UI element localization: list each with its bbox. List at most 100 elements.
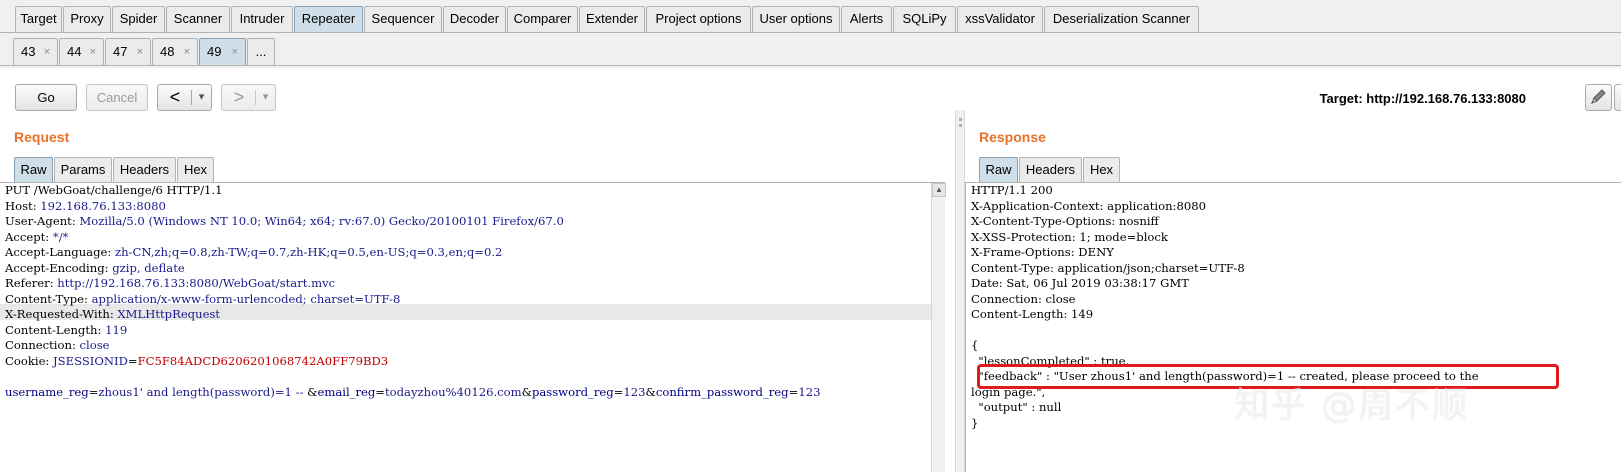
chevron-down-icon[interactable]: ▾: [192, 85, 211, 110]
response-line: Date: Sat, 06 Jul 2019 03:38:17 GMT: [971, 276, 1189, 290]
chevron-down-icon[interactable]: ▾: [256, 85, 275, 110]
param-key: confirm_password_reg: [655, 384, 789, 399]
target-host-label: Target: http://192.168.76.133:8080: [1319, 91, 1526, 106]
param-key: email_reg: [317, 384, 376, 399]
repeater-tab-49[interactable]: 49 ×: [199, 38, 246, 66]
response-tab-headers[interactable]: Headers: [1019, 157, 1082, 183]
param-equals: =: [88, 384, 99, 399]
request-tab-headers[interactable]: Headers: [113, 157, 176, 183]
help-button[interactable]: [1614, 84, 1621, 111]
response-line: X-Frame-Options: DENY: [971, 245, 1114, 259]
repeater-tab-43[interactable]: 43 ×: [13, 38, 58, 66]
param-separator: &: [645, 384, 656, 399]
param-value: todayzhou%40126.com: [385, 384, 522, 399]
edit-target-button[interactable]: [1585, 84, 1612, 111]
header-value: close: [79, 338, 110, 352]
header-value: 192.168.76.133:8080: [40, 198, 166, 213]
tab-decoder[interactable]: Decoder: [443, 6, 506, 32]
tab-repeater[interactable]: Repeater: [294, 6, 363, 32]
close-icon[interactable]: ×: [137, 39, 143, 65]
header-name: Referer:: [5, 276, 58, 290]
cookie-value: FC5F84ADCD6206201068742A0FF79BD3: [137, 353, 389, 368]
repeater-tab-label: 44: [67, 44, 82, 59]
request-tab-raw[interactable]: Raw: [14, 157, 53, 183]
chevron-right-icon[interactable]: >: [228, 85, 250, 110]
header-name: Connection:: [5, 338, 80, 352]
response-tab-raw[interactable]: Raw: [979, 157, 1018, 183]
tab-comparer[interactable]: Comparer: [507, 6, 578, 32]
param-separator: &: [307, 384, 318, 399]
param-equals: =: [788, 384, 799, 399]
tab-user-options[interactable]: User options: [752, 6, 840, 32]
response-line: }: [971, 415, 979, 430]
chevron-left-icon[interactable]: <: [164, 85, 186, 110]
response-tab-hex[interactable]: Hex: [1083, 157, 1120, 183]
request-line: Accept: */*: [5, 230, 68, 246]
cookie-key: JSESSIONID: [53, 353, 128, 368]
tab-intruder[interactable]: Intruder: [231, 6, 293, 32]
header-value: gzip, deflate: [112, 260, 185, 275]
response-line: X-Application-Context: application:8080: [971, 198, 1206, 213]
response-line: X-Content-Type-Options: nosniff: [971, 214, 1159, 228]
request-scrollbar[interactable]: ▲: [931, 183, 946, 472]
repeater-tab-divider: [0, 65, 1621, 66]
tab-project-options[interactable]: Project options: [646, 6, 751, 32]
repeater-tab-bar: 43 × 44 × 47 × 48 × 49 × ...: [0, 34, 1621, 68]
close-icon[interactable]: ×: [44, 39, 50, 65]
close-icon[interactable]: ×: [232, 39, 238, 65]
panel-splitter[interactable]: [955, 110, 965, 472]
header-name: Content-Length:: [5, 322, 106, 337]
tab-sqlipy[interactable]: SQLiPy: [893, 6, 956, 32]
response-line: "output" : null: [971, 400, 1062, 414]
repeater-tab-44[interactable]: 44 ×: [59, 38, 104, 66]
watermark: 知乎 @周不顺: [1234, 386, 1470, 426]
request-tab-hex[interactable]: Hex: [177, 157, 214, 183]
repeater-tab-label: 47: [113, 44, 128, 59]
repeater-tab-label: 49: [207, 44, 222, 59]
tab-scanner[interactable]: Scanner: [166, 6, 230, 32]
request-line: PUT /WebGoat/challenge/6 HTTP/1.1: [5, 183, 222, 199]
repeater-tab-48[interactable]: 48 ×: [152, 38, 198, 66]
tab-proxy[interactable]: Proxy: [63, 6, 111, 32]
tab-spider[interactable]: Spider: [112, 6, 165, 32]
header-value: XMLHttpRequest: [117, 307, 221, 321]
tab-sequencer[interactable]: Sequencer: [364, 6, 442, 32]
go-button[interactable]: Go: [15, 84, 77, 111]
cancel-button[interactable]: Cancel: [86, 84, 148, 111]
repeater-tab-47[interactable]: 47 ×: [105, 38, 151, 66]
tab-target[interactable]: Target: [15, 6, 62, 32]
forward-button[interactable]: > ▾: [221, 84, 276, 111]
request-cookie-line: Cookie: JSESSIONID=FC5F84ADCD62062010687…: [5, 354, 388, 370]
tab-xssvalidator[interactable]: xssValidator: [957, 6, 1043, 32]
request-tab-params[interactable]: Params: [54, 157, 112, 183]
request-body-line: username_reg=zhous1' and length(password…: [5, 385, 820, 401]
request-start-line: PUT /WebGoat/challenge/6 HTTP/1.1: [5, 183, 223, 197]
close-icon[interactable]: ×: [184, 39, 190, 65]
request-line: Connection: close: [5, 338, 110, 354]
tab-bar-divider: [0, 32, 1621, 33]
param-equals: =: [613, 384, 624, 399]
header-name: Content-Type:: [5, 291, 92, 306]
response-editor[interactable]: HTTP/1.1 200 X-Application-Context: appl…: [965, 183, 1621, 472]
param-equals: =: [375, 384, 385, 399]
request-line: Content-Length: 119: [5, 323, 127, 339]
tab-alerts[interactable]: Alerts: [841, 6, 892, 32]
response-line: Connection: close: [971, 291, 1076, 306]
request-editor[interactable]: PUT /WebGoat/challenge/6 HTTP/1.1 Host: …: [0, 183, 931, 472]
close-icon[interactable]: ×: [90, 39, 96, 65]
request-line: Content-Type: application/x-www-form-url…: [5, 292, 400, 308]
response-line: X-XSS-Protection: 1; mode=block: [971, 229, 1168, 244]
scroll-up-icon[interactable]: ▲: [932, 183, 946, 197]
repeater-new-tab-button[interactable]: ...: [247, 38, 275, 66]
header-name: User-Agent:: [5, 214, 80, 228]
header-name: Accept:: [5, 229, 53, 244]
tab-deserialization-scanner[interactable]: Deserialization Scanner: [1044, 6, 1199, 32]
tab-extender[interactable]: Extender: [579, 6, 645, 32]
header-name: Cookie:: [5, 353, 54, 368]
repeater-tab-label: 48: [160, 44, 175, 59]
splitter-grip: [959, 124, 962, 127]
request-line: Referer: http://192.168.76.133:8080/WebG…: [5, 276, 335, 292]
back-button[interactable]: < ▾: [157, 84, 212, 111]
header-name: Host:: [5, 198, 41, 213]
header-value: 119: [105, 322, 128, 337]
